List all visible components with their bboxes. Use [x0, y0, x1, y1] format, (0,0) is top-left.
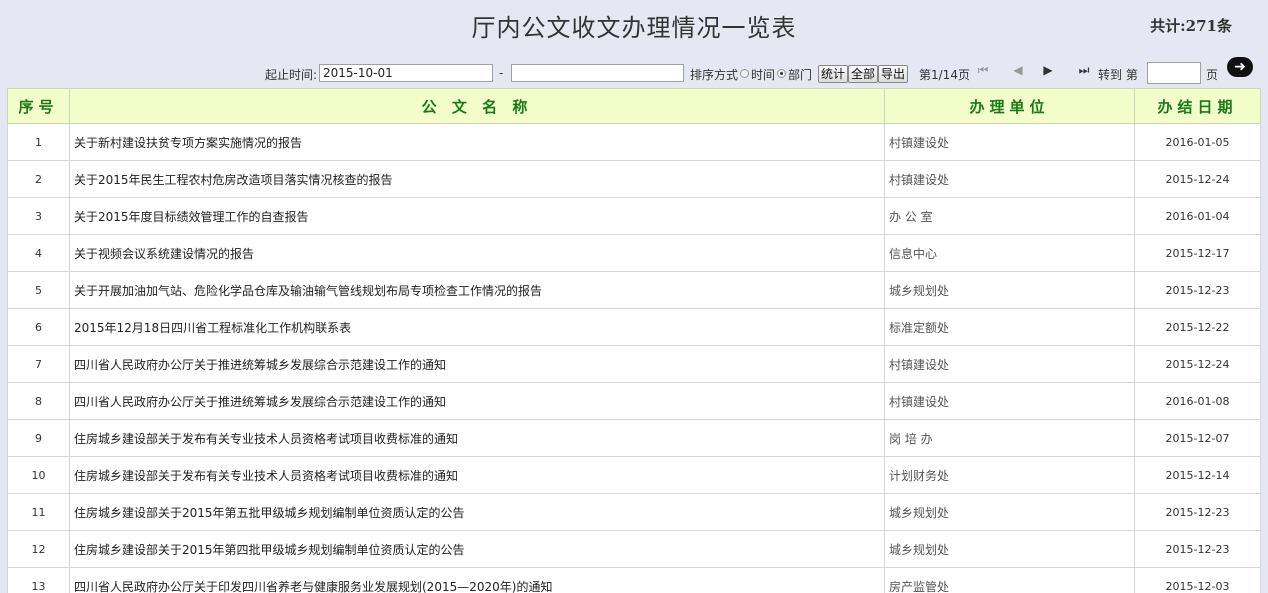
table-row[interactable]: 4 关于视频会议系统建设情况的报告 信息中心 2015-12-17 [7, 234, 1261, 272]
department-cell: 城乡规划处 [884, 493, 1135, 531]
row-number: 12 [7, 530, 70, 568]
document-name-link[interactable]: 关于2015年民生工程农村危房改造项目落实情况核查的报告 [69, 160, 885, 198]
table-row[interactable]: 8 四川省人民政府办公厅关于推进统筹城乡发展综合示范建设工作的通知 村镇建设处 201… [7, 382, 1261, 420]
row-number: 6 [7, 308, 70, 346]
header-dept: 办理单位 [884, 88, 1135, 124]
row-number: 13 [7, 567, 70, 593]
page-info: 第1/14页 [919, 68, 970, 82]
goto-label: 转到 第 [1098, 68, 1138, 82]
header-no: 序号 [7, 88, 70, 124]
department-cell: 村镇建设处 [884, 160, 1135, 198]
page: 厅内公文收文办理情况一览表 共计:271条 起止时间: - 排序方式 时间 部门… [0, 0, 1268, 593]
header-name: 公 文 名 称 [69, 88, 885, 124]
table-row[interactable]: 13 四川省人民政府办公厅关于印发四川省养老与健康服务业发展规划(2015—202… [7, 567, 1261, 593]
document-name-link[interactable]: 住房城乡建设部关于2015年第四批甲级城乡规划编制单位资质认定的公告 [69, 530, 885, 568]
completion-date-cell: 2015-12-22 [1134, 308, 1261, 346]
sort-by-dept-radio[interactable] [777, 69, 786, 78]
completion-date-cell: 2015-12-24 [1134, 160, 1261, 198]
sort-by-time-label[interactable]: 时间 [751, 66, 775, 83]
completion-date-cell: 2015-12-24 [1134, 345, 1261, 383]
department-cell: 标准定额处 [884, 308, 1135, 346]
sort-label: 排序方式 [690, 68, 739, 82]
row-number: 11 [7, 493, 70, 531]
document-table: 序号 公 文 名 称 办理单位 办结日期 1 关于新村建设扶贫专项方案实施情况的报… [7, 88, 1261, 593]
row-number: 2 [7, 160, 70, 198]
table-row[interactable]: 6 2015年12月18日四川省工程标准化工作机构联系表 标准定额处 2015-12-… [7, 308, 1261, 346]
document-name-link[interactable]: 四川省人民政府办公厅关于推进统筹城乡发展综合示范建设工作的通知 [69, 345, 885, 383]
document-name-link[interactable]: 关于新村建设扶贫专项方案实施情况的报告 [69, 123, 885, 161]
department-cell: 城乡规划处 [884, 530, 1135, 568]
completion-date-cell: 2015-12-23 [1134, 493, 1261, 531]
document-name-link[interactable]: 关于视频会议系统建设情况的报告 [69, 234, 885, 272]
completion-date-cell: 2016-01-05 [1134, 123, 1261, 161]
document-name-link[interactable]: 关于开展加油加气站、危险化学品仓库及输油输气管线规划布局专项检查工作情况的报告 [69, 271, 885, 309]
date-range-label: 起止时间: [265, 68, 318, 82]
first-page-icon[interactable]: ⏮ [975, 62, 991, 78]
start-date-input[interactable] [319, 64, 493, 82]
department-cell: 房产监管处 [884, 567, 1135, 593]
prev-page-icon[interactable]: ◀ [1010, 62, 1026, 78]
page-title: 厅内公文收文办理情况一览表 [471, 14, 797, 42]
document-name-link[interactable]: 住房城乡建设部关于发布有关专业技术人员资格考试项目收费标准的通知 [69, 419, 885, 457]
row-number: 1 [7, 123, 70, 161]
total-count: 共计:271条 [1150, 17, 1232, 35]
completion-date-cell: 2016-01-04 [1134, 197, 1261, 235]
completion-date-cell: 2015-12-23 [1134, 271, 1261, 309]
arrow-right-circle-icon[interactable]: ➜ [1227, 57, 1253, 77]
sort-by-dept-label[interactable]: 部门 [788, 66, 812, 83]
goto-page-input[interactable] [1147, 62, 1201, 84]
next-page-icon[interactable]: ▶ [1040, 62, 1056, 78]
document-name-link[interactable]: 住房城乡建设部关于发布有关专业技术人员资格考试项目收费标准的通知 [69, 456, 885, 494]
end-date-input[interactable] [511, 64, 684, 82]
row-number: 5 [7, 271, 70, 309]
department-cell: 办 公 室 [884, 197, 1135, 235]
table-body: 1 关于新村建设扶贫专项方案实施情况的报告 村镇建设处 2016-01-05 2 关于20… [7, 123, 1261, 593]
row-number: 9 [7, 419, 70, 457]
table-row[interactable]: 7 四川省人民政府办公厅关于推进统筹城乡发展综合示范建设工作的通知 村镇建设处 201… [7, 345, 1261, 383]
sort-by-time-radio[interactable] [740, 69, 749, 78]
completion-date-cell: 2015-12-03 [1134, 567, 1261, 593]
row-number: 8 [7, 382, 70, 420]
table-row[interactable]: 12 住房城乡建设部关于2015年第四批甲级城乡规划编制单位资质认定的公告 城乡规划… [7, 530, 1261, 568]
row-number: 7 [7, 345, 70, 383]
document-name-link[interactable]: 四川省人民政府办公厅关于印发四川省养老与健康服务业发展规划(2015—2020年… [69, 567, 885, 593]
completion-date-cell: 2015-12-23 [1134, 530, 1261, 568]
filter-toolbar: 起止时间: - 排序方式 时间 部门 统计 全部 导出 第1/14页 ⏮ ◀ ▶… [0, 56, 1268, 88]
department-cell: 村镇建设处 [884, 345, 1135, 383]
document-name-link[interactable]: 关于2015年度目标绩效管理工作的自查报告 [69, 197, 885, 235]
table-header-row: 序号 公 文 名 称 办理单位 办结日期 [7, 88, 1261, 124]
department-cell: 计划财务处 [884, 456, 1135, 494]
table-row[interactable]: 2 关于2015年民生工程农村危房改造项目落实情况核查的报告 村镇建设处 2015-1… [7, 160, 1261, 198]
table-row[interactable]: 11 住房城乡建设部关于2015年第五批甲级城乡规划编制单位资质认定的公告 城乡规划… [7, 493, 1261, 531]
document-name-link[interactable]: 住房城乡建设部关于2015年第五批甲级城乡规划编制单位资质认定的公告 [69, 493, 885, 531]
department-cell: 城乡规划处 [884, 271, 1135, 309]
completion-date-cell: 2016-01-08 [1134, 382, 1261, 420]
stats-button[interactable]: 统计 [818, 65, 849, 83]
department-cell: 信息中心 [884, 234, 1135, 272]
page-suffix: 页 [1206, 68, 1219, 82]
row-number: 4 [7, 234, 70, 272]
show-all-button[interactable]: 全部 [848, 65, 879, 83]
table-row[interactable]: 3 关于2015年度目标绩效管理工作的自查报告办 公 室 2016-01-04 [7, 197, 1261, 235]
document-name-link[interactable]: 四川省人民政府办公厅关于推进统筹城乡发展综合示范建设工作的通知 [69, 382, 885, 420]
row-number: 10 [7, 456, 70, 494]
row-number: 3 [7, 197, 70, 235]
document-name-link[interactable]: 2015年12月18日四川省工程标准化工作机构联系表 [69, 308, 885, 346]
department-cell: 村镇建设处 [884, 123, 1135, 161]
completion-date-cell: 2015-12-14 [1134, 456, 1261, 494]
table-row[interactable]: 9 住房城乡建设部关于发布有关专业技术人员资格考试项目收费标准的通知岗 培 办 20… [7, 419, 1261, 457]
table-row[interactable]: 5 关于开展加油加气站、危险化学品仓库及输油输气管线规划布局专项检查工作情况的报告… [7, 271, 1261, 309]
department-cell: 岗 培 办 [884, 419, 1135, 457]
last-page-icon[interactable]: ⏭ [1076, 62, 1092, 78]
export-button[interactable]: 导出 [878, 65, 909, 83]
completion-date-cell: 2015-12-17 [1134, 234, 1261, 272]
date-separator: - [499, 66, 504, 80]
department-cell: 村镇建设处 [884, 382, 1135, 420]
table-row[interactable]: 10 住房城乡建设部关于发布有关专业技术人员资格考试项目收费标准的通知 计划财务处 2… [7, 456, 1261, 494]
header-date: 办结日期 [1134, 88, 1261, 124]
completion-date-cell: 2015-12-07 [1134, 419, 1261, 457]
table-row[interactable]: 1 关于新村建设扶贫专项方案实施情况的报告 村镇建设处 2016-01-05 [7, 123, 1261, 161]
